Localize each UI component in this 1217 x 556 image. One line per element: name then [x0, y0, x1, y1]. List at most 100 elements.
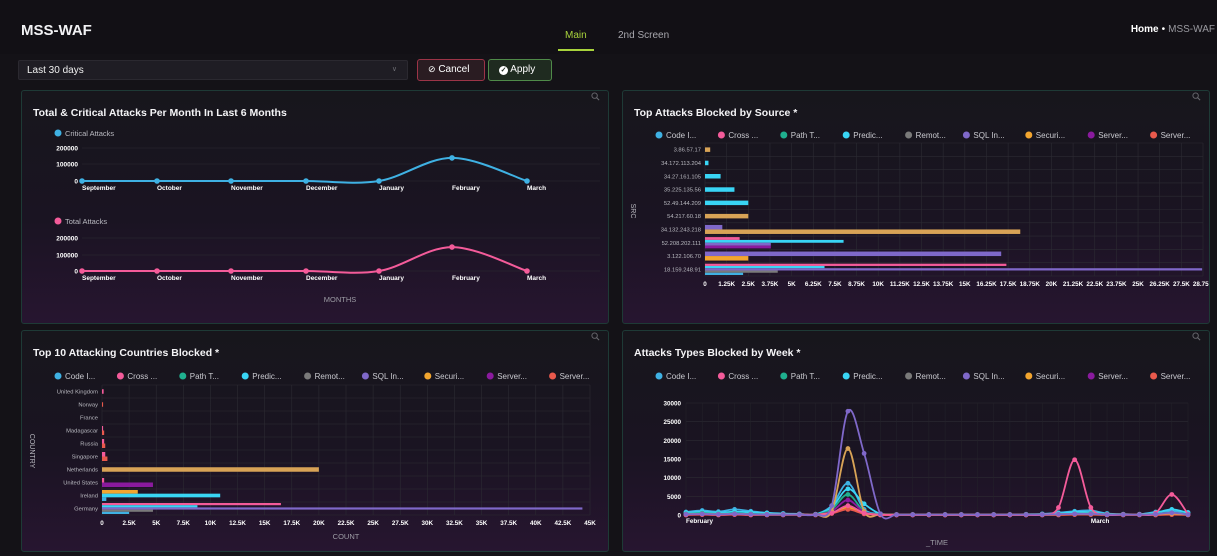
bar — [705, 224, 723, 230]
x-tick-label: March — [527, 275, 546, 282]
bar — [102, 511, 130, 514]
x-tick-label: 2.5K — [742, 281, 756, 288]
chevron-down-icon: ∨ — [391, 66, 397, 73]
bar — [705, 147, 711, 152]
data-point — [764, 512, 770, 518]
data-point — [894, 512, 899, 518]
y-tick-label: 52.208.202.111 — [662, 241, 701, 247]
x-tick-label: 7.5K — [828, 281, 842, 288]
legend-marker — [486, 372, 494, 380]
legend-label: Remot... — [315, 372, 345, 381]
legend-label: Server... — [497, 372, 527, 381]
legend-marker — [717, 131, 725, 139]
time-range-value: Last 30 days — [27, 65, 84, 76]
data-point — [748, 511, 754, 517]
data-point — [449, 155, 455, 161]
x-tick-label: 2.5K — [122, 520, 136, 527]
x-tick-label: 17.5K — [1000, 281, 1017, 288]
x-tick-label: 22.5K — [1086, 281, 1103, 288]
data-point — [1120, 512, 1126, 518]
x-tick-label: February — [452, 275, 480, 282]
x-tick-label: 0 — [703, 281, 707, 288]
data-point — [861, 510, 867, 516]
bar — [102, 505, 198, 508]
breadcrumb-separator: • — [1161, 24, 1166, 35]
x-tick-label: 30K — [422, 520, 434, 527]
x-tick-label: October — [157, 275, 182, 282]
legend-label: Remot... — [916, 372, 946, 381]
bar — [705, 187, 735, 192]
panel-attacks-per-month: Total & Critical Attacks Per Month In La… — [21, 90, 609, 324]
tab-main[interactable]: Main — [565, 30, 587, 41]
x-tick-label: 3.75K — [762, 281, 779, 288]
bar — [705, 213, 749, 219]
x-axis-label: MONTHS — [324, 295, 357, 304]
legend-label: Cross ... — [127, 372, 157, 381]
data-point — [1072, 457, 1078, 463]
data-point — [796, 512, 802, 518]
data-point — [1185, 512, 1191, 518]
x-tick-label: 7.5K — [177, 520, 191, 527]
data-point — [524, 268, 530, 274]
data-point — [845, 497, 851, 503]
y-tick-label: 0 — [677, 513, 681, 520]
legend-label: Server... — [1098, 372, 1128, 381]
bar — [102, 482, 153, 487]
apply-button[interactable]: ✓ Apply — [488, 59, 552, 81]
x-tick-label: 18.75K — [1020, 281, 1041, 288]
legend-label: Remot... — [916, 131, 946, 140]
data-point — [958, 512, 964, 518]
legend-marker — [116, 372, 124, 380]
data-point — [877, 511, 883, 517]
bar — [102, 456, 108, 461]
data-point — [715, 511, 721, 517]
cancel-button[interactable]: ⊘ Cancel — [417, 59, 485, 81]
x-tick-label: January — [379, 185, 404, 192]
x-tick-label: 17.5K — [283, 520, 300, 527]
x-tick-label: 37.5K — [500, 520, 517, 527]
legend-marker — [962, 372, 970, 380]
y-tick-label: 35.225.135.56 — [664, 188, 701, 194]
y-tick-label: 34.27.161.105 — [664, 174, 701, 180]
x-tick-label: 5K — [152, 520, 161, 527]
data-point — [228, 268, 234, 274]
legend-label: Server... — [1098, 131, 1128, 140]
legend-label: Server... — [1161, 372, 1191, 381]
y-tick-label: 3.122.106.70 — [667, 254, 701, 260]
x-tick-label: November — [231, 185, 263, 192]
x-tick-label: 0 — [100, 520, 104, 527]
legend-label: Critical Attacks — [65, 129, 114, 138]
x-tick-label: 26.25K — [1150, 281, 1171, 288]
tab-2nd-screen[interactable]: 2nd Screen — [618, 30, 669, 41]
y-tick-label: 5000 — [667, 494, 682, 501]
y-tick-label: 18.159.248.91 — [664, 267, 701, 273]
time-range-select[interactable]: Last 30 days ∨ — [18, 60, 408, 80]
data-point — [780, 512, 786, 518]
legend-marker — [1025, 131, 1033, 139]
bar — [705, 272, 744, 275]
legend-marker — [905, 372, 913, 380]
legend-marker — [179, 372, 187, 380]
legend-label: Code I... — [666, 372, 696, 381]
x-tick-label: 16.25K — [976, 281, 997, 288]
legend-marker — [54, 217, 62, 225]
data-point — [79, 178, 85, 184]
data-point — [845, 480, 851, 486]
y-tick-label: United States — [63, 481, 98, 487]
y-tick-label: Madagascar — [66, 429, 98, 435]
breadcrumb-home[interactable]: Home — [1131, 24, 1159, 35]
legend-marker — [1150, 131, 1158, 139]
data-point — [449, 244, 455, 250]
x-tick-label: 20K — [313, 520, 325, 527]
panel-attacking-countries: Top 10 Attacking Countries Blocked * Cod… — [21, 330, 609, 552]
x-tick-label: 10K — [205, 520, 217, 527]
line-chart-weekly: Code I... Cross ... Path T... Predic... Remo… — [655, 372, 1191, 547]
bar — [102, 509, 153, 512]
y-tick-label: 200000 — [56, 236, 78, 243]
x-tick-label: 22.5K — [338, 520, 355, 527]
line-chart-months: Critical Attacks 200000 100000 0 September Oc… — [54, 129, 600, 304]
legend-marker — [54, 129, 62, 137]
bar — [102, 493, 221, 498]
legend-marker — [424, 372, 432, 380]
data-point — [1088, 511, 1094, 517]
